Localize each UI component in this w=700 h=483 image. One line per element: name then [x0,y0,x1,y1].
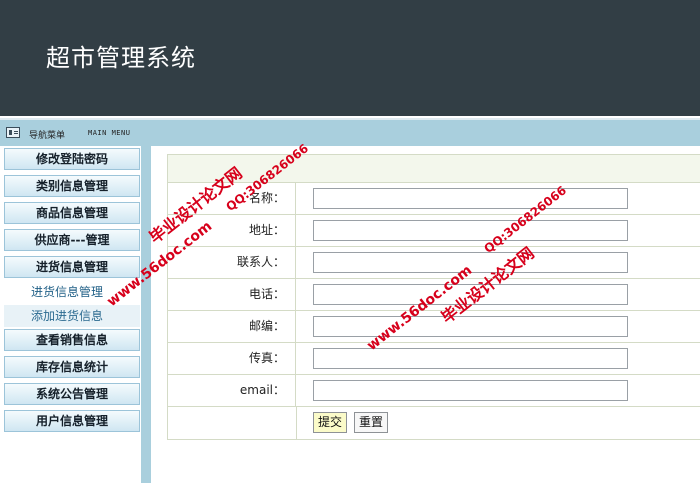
field-label: 名称： [168,183,296,214]
sidebar-subitem-add-purchase[interactable]: 添加进货信息 [4,305,140,327]
form-row-contact: 联系人： [168,247,700,279]
field-label: 邮编： [168,311,296,342]
sidebar-item-announcement[interactable]: 系统公告管理 [4,383,140,405]
sidebar-item-category[interactable]: 类别信息管理 [4,175,140,197]
field-label: 电话： [168,279,296,310]
app-title: 超市管理系统 [46,44,196,72]
form-row-postcode: 邮编： [168,311,700,343]
supplier-form: 名称： 地址： 联系人： 电话： 邮编： 传真： email： 提交 重置 [167,154,700,440]
submit-button[interactable]: 提交 [313,412,347,433]
sidebar-item-inventory[interactable]: 库存信息统计 [4,356,140,378]
sidebar-item-sales[interactable]: 查看销售信息 [4,329,140,351]
nav-label-cn: 导航菜单 [29,131,66,141]
sidebar-rail [141,146,151,483]
form-row-address: 地址： [168,215,700,247]
main-content: 名称： 地址： 联系人： 电话： 邮编： 传真： email： 提交 重置 [151,146,700,483]
form-actions: 提交 重置 [168,407,700,440]
email-input[interactable] [313,380,628,401]
sidebar-item-users[interactable]: 用户信息管理 [4,410,140,432]
form-row-fax: 传真： [168,343,700,375]
field-label: email： [168,375,296,406]
sidebar-subitem-purchase-manage[interactable]: 进货信息管理 [4,281,140,303]
sidebar: 修改登陆密码 类别信息管理 商品信息管理 供应商---管理 进货信息管理 进货信… [0,146,151,483]
form-header [168,155,700,183]
nav-label-en: MAIN MENU [88,129,131,137]
form-row-phone: 电话： [168,279,700,311]
field-label: 地址： [168,215,296,246]
sidebar-item-supplier[interactable]: 供应商---管理 [4,229,140,251]
address-input[interactable] [313,220,628,241]
menu-icon [6,127,20,138]
phone-input[interactable] [313,284,628,305]
field-label: 联系人： [168,247,296,278]
sidebar-item-change-password[interactable]: 修改登陆密码 [4,148,140,170]
app-header: 超市管理系统 [0,0,700,116]
postcode-input[interactable] [313,316,628,337]
form-row-name: 名称： [168,183,700,215]
sidebar-item-product[interactable]: 商品信息管理 [4,202,140,224]
fax-input[interactable] [313,348,628,369]
contact-input[interactable] [313,252,628,273]
field-label: 传真： [168,343,296,374]
nav-bar: 导航菜单 MAIN MENU [0,118,700,146]
name-input[interactable] [313,188,628,209]
column-divider [296,407,297,440]
form-row-email: email： [168,375,700,407]
sidebar-item-purchase[interactable]: 进货信息管理 [4,256,140,278]
reset-button[interactable]: 重置 [354,412,388,433]
